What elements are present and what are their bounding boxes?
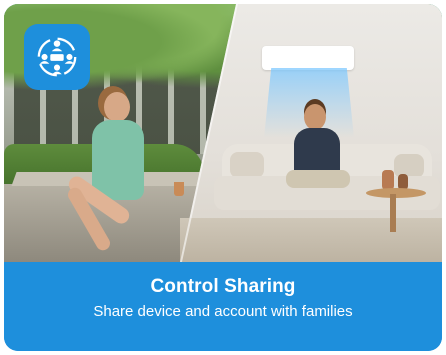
side-table (366, 188, 426, 198)
feature-title: Control Sharing (150, 276, 296, 297)
coffee-cup (174, 182, 184, 196)
feature-photo (4, 4, 442, 262)
feature-caption: Control Sharing Share device and account… (4, 262, 442, 351)
floor (180, 218, 442, 262)
woman-dress (92, 120, 144, 200)
pillow (230, 152, 264, 178)
feature-card: Control Sharing Share device and account… (4, 4, 442, 351)
woman-head (104, 92, 130, 122)
people-sharing-icon (24, 24, 90, 90)
vase (382, 170, 394, 190)
feature-description: Share device and account with families (93, 303, 353, 320)
man-head (304, 104, 326, 130)
people-sharing-icon (37, 37, 77, 77)
side-table-leg (390, 194, 396, 232)
air-conditioner (262, 46, 354, 70)
woman-with-phone (65, 92, 154, 253)
man-legs (286, 170, 350, 188)
